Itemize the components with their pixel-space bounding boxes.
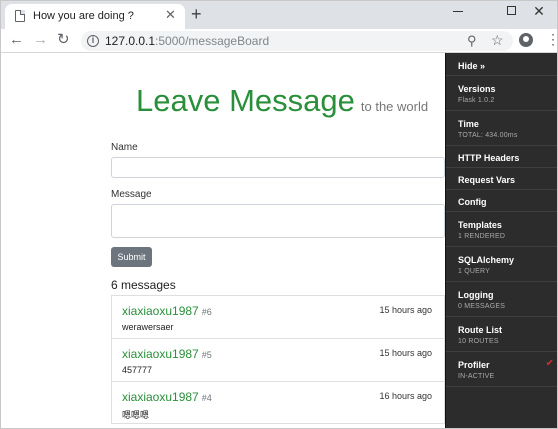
forward-icon[interactable]: → xyxy=(33,31,48,49)
message-author[interactable]: xiaxiaoxu1987 #5 xyxy=(122,347,212,361)
message-count: 6 messages xyxy=(111,278,176,292)
url-text[interactable]: 127.0.0.1:5000/messageBoard xyxy=(105,34,269,48)
message-number: #5 xyxy=(201,350,212,360)
debug-panel-route-list[interactable]: Route List 10 ROUTES xyxy=(446,317,557,352)
browser-toolbar: ← → ↻ i 127.0.0.1:5000/messageBoard ⚲ ☆ xyxy=(1,29,557,53)
message-author[interactable]: xiaxiaoxu1987 #4 xyxy=(122,390,212,404)
name-label: Name xyxy=(111,142,138,153)
debug-panel-label: Versions xyxy=(458,84,496,94)
debug-panel-time[interactable]: Time TOTAL: 434.00ms xyxy=(446,111,557,146)
debug-panel-label: Logging xyxy=(458,290,494,300)
debug-panel-sub: Flask 1.0.2 xyxy=(458,97,495,104)
name-field[interactable] xyxy=(111,157,445,178)
debug-panel-templates[interactable]: Templates 1 RENDERED xyxy=(446,212,557,247)
message-number: #6 xyxy=(201,307,212,317)
debug-panel-sub: IN-ACTIVE xyxy=(458,373,495,380)
list-item: xiaxiaoxu1987 #4 16 hours ago 嗯嗯嗯 xyxy=(111,381,445,424)
tab-active[interactable]: How you are doing ? ✕ xyxy=(5,4,185,29)
message-body: 嗯嗯嗯 xyxy=(122,410,150,420)
reload-icon[interactable]: ↻ xyxy=(57,31,70,49)
url-host: 127.0.0.1 xyxy=(105,34,156,48)
url-path: :5000/messageBoard xyxy=(155,34,270,48)
list-item: xiaxiaoxu1987 #5 15 hours ago 457777 xyxy=(111,338,445,381)
debug-panel-label: SQLAlchemy xyxy=(458,255,515,265)
list-item: xiaxiaoxu1987 #6 15 hours ago werawersaer xyxy=(111,295,445,338)
message-label: Message xyxy=(111,189,152,200)
tab-title: How you are doing ? xyxy=(33,10,134,22)
debug-panel-label: Templates xyxy=(458,220,502,230)
debug-panel-request-vars[interactable]: Request Vars xyxy=(446,168,557,190)
message-field[interactable] xyxy=(111,204,445,238)
debug-panel-label: Request Vars xyxy=(458,175,516,185)
debug-panel-config[interactable]: Config xyxy=(446,190,557,212)
close-tab-icon[interactable]: ✕ xyxy=(165,8,176,22)
message-time: 16 hours ago xyxy=(379,391,432,401)
account-icon[interactable] xyxy=(519,33,533,47)
debug-panel-sub: 0 MESSAGES xyxy=(458,303,506,310)
menu-icon[interactable]: ⋮ xyxy=(546,31,557,47)
debug-hide-button[interactable]: Hide » xyxy=(446,53,557,76)
tab-strip: How you are doing ? ✕ + ✕ xyxy=(1,1,557,29)
message-number: #4 xyxy=(201,393,212,403)
message-author[interactable]: xiaxiaoxu1987 #6 xyxy=(122,304,212,318)
debug-panel-profiler[interactable]: Profiler IN-ACTIVE ✔ xyxy=(446,352,557,387)
debug-panel-sqlalchemy[interactable]: SQLAlchemy 1 QUERY xyxy=(446,247,557,282)
debug-panel-sub: 10 ROUTES xyxy=(458,338,499,345)
checkmark-icon[interactable]: ✔ xyxy=(546,358,554,369)
submit-button[interactable]: Submit xyxy=(111,247,152,267)
message-time: 15 hours ago xyxy=(379,348,432,358)
debug-panel-label: Route List xyxy=(458,325,502,335)
message-time: 15 hours ago xyxy=(379,305,432,315)
address-bar[interactable]: i 127.0.0.1:5000/messageBoard ⚲ ☆ xyxy=(81,31,513,51)
message-body: werawersaer xyxy=(122,322,174,332)
debug-toolbar: Hide » Versions Flask 1.0.2 Time TOTAL: … xyxy=(445,53,557,428)
debug-hide-label: Hide » xyxy=(458,61,486,71)
debug-panel-sub: 1 RENDERED xyxy=(458,233,506,240)
message-list: xiaxiaoxu1987 #6 15 hours ago werawersaer… xyxy=(111,295,445,424)
debug-panel-label: Config xyxy=(458,197,487,207)
message-body: 457777 xyxy=(122,365,153,375)
debug-panel-label: Profiler xyxy=(458,360,490,370)
page-title: Leave Message xyxy=(136,83,355,118)
debug-panel-label: Time xyxy=(458,119,479,129)
info-icon[interactable]: i xyxy=(87,35,99,47)
bookmark-star-icon[interactable]: ☆ xyxy=(491,32,504,49)
debug-panel-sub: TOTAL: 434.00ms xyxy=(458,132,518,139)
debug-panel-versions[interactable]: Versions Flask 1.0.2 xyxy=(446,76,557,111)
browser-window: How you are doing ? ✕ + ✕ ← → ↻ i 127.0.… xyxy=(0,0,558,429)
minimize-icon[interactable] xyxy=(438,1,478,25)
back-icon[interactable]: ← xyxy=(9,31,24,49)
new-tab-icon[interactable]: + xyxy=(191,4,202,24)
page-header: Leave Message to the world xyxy=(136,83,428,119)
debug-panel-http-headers[interactable]: HTTP Headers xyxy=(446,146,557,168)
zoom-icon[interactable]: ⚲ xyxy=(467,33,477,49)
close-window-icon[interactable]: ✕ xyxy=(519,1,557,25)
page-icon xyxy=(15,10,25,22)
page-subtitle: to the world xyxy=(360,99,429,114)
debug-panel-sub: 1 QUERY xyxy=(458,268,491,275)
debug-panel-label: HTTP Headers xyxy=(458,153,520,163)
debug-panel-logging[interactable]: Logging 0 MESSAGES xyxy=(446,282,557,317)
